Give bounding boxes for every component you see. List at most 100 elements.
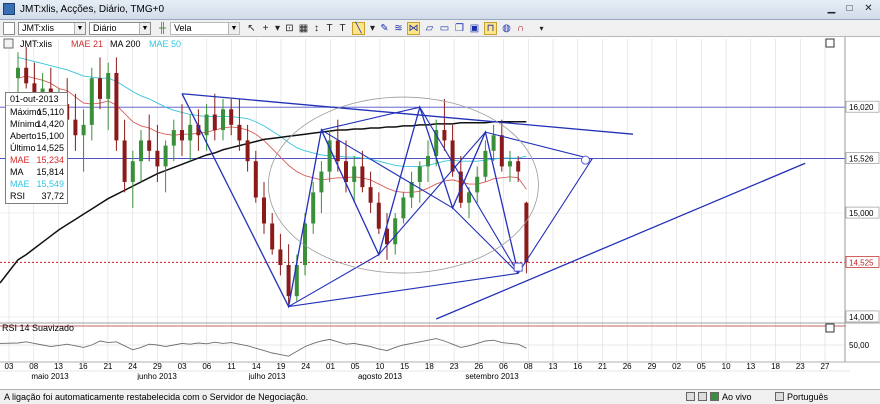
pattern-tool-icon[interactable]: ⋈ [407, 22, 420, 35]
channel-icon[interactable]: ▱ [423, 22, 436, 35]
candle-body [180, 130, 184, 141]
data-window-row: Máximo 15,110 [6, 107, 67, 118]
candle-body [130, 161, 135, 182]
text-bold-icon[interactable]: T [336, 22, 349, 35]
chart-type-select[interactable]: Vela ▼ [170, 22, 240, 35]
symbol-select[interactable]: JMT:xlis ▼ [18, 22, 86, 35]
close-button[interactable]: ✕ [862, 3, 875, 15]
candle-body [221, 109, 225, 131]
rsi-level-label: 50,00 [849, 341, 870, 350]
data-window-value: 15,814 [36, 167, 64, 177]
data-window-value: 15,234 [36, 155, 64, 165]
price-label: 15,000 [849, 209, 874, 218]
indicator-icon[interactable]: ↕ [310, 22, 323, 35]
day-label: 21 [598, 362, 607, 371]
day-label: 03 [178, 362, 187, 371]
chart-toolbar: JMT:xlis ▼ Diário ▼ ╫ Vela ▼ ↖ + ▾ ⊡ ▦ ↕… [0, 20, 880, 37]
candle-body [229, 109, 234, 125]
candle-body [491, 135, 496, 151]
candle-body [270, 223, 275, 250]
day-label: 01 [326, 362, 335, 371]
day-label: 16 [573, 362, 582, 371]
month-label: setembro 2013 [465, 372, 519, 380]
fibonacci-icon[interactable]: ≋ [392, 22, 405, 35]
day-label: 08 [524, 362, 533, 371]
chart-type-value: Vela [174, 23, 192, 33]
rectangle-icon[interactable]: ▭ [438, 22, 451, 35]
legend-mae21[interactable]: MAE 21 [71, 39, 103, 49]
trendline-tool-icon[interactable]: ╲ [352, 22, 365, 35]
day-label: 13 [549, 362, 558, 371]
save-icon[interactable] [3, 22, 15, 35]
horseshoe-icon[interactable]: ∩ [514, 22, 527, 35]
day-label: 16 [79, 362, 88, 371]
data-window-row: Mínimo 14,420 [6, 119, 67, 130]
price-chart[interactable]: 50,00 03 08 13 16 21 24 29 03 06 11 14 19 24 01 05 10 15… [0, 37, 880, 380]
day-label: 29 [647, 362, 656, 371]
candle-body [147, 140, 152, 151]
zoom-fit-icon[interactable]: ⊡ [283, 22, 296, 35]
day-label: 08 [29, 362, 38, 371]
data-window-row: Último 14,525 [6, 143, 67, 154]
data-window-key: Aberto [10, 131, 37, 141]
candle-body [114, 72, 119, 141]
legend-ma200[interactable]: MA 200 [110, 39, 141, 49]
candle-body [417, 166, 422, 182]
chart-app-icon [3, 3, 15, 15]
pointer-icon[interactable]: ↖ [245, 22, 258, 35]
legend-mae50[interactable]: MAE 50 [149, 39, 181, 49]
day-label: 03 [5, 362, 14, 371]
grid-icon[interactable]: ▦ [297, 22, 310, 35]
day-label: 18 [771, 362, 780, 371]
rsi-close-icon[interactable] [825, 323, 835, 333]
window-title: JMT:xlis, Acções, Diário, TMG+0 [20, 4, 165, 15]
data-window-value: 14,420 [36, 119, 64, 129]
pencil-icon[interactable]: ✎ [378, 22, 391, 35]
data-window: 01-out-2013 Máximo 15,110 Mínimo 14,420 Aber… [5, 92, 68, 204]
pane-maximize-icon[interactable] [825, 38, 835, 48]
candle-body [122, 140, 127, 182]
data-window-date: 01-out-2013 [6, 93, 67, 106]
month-label: junho 2013 [136, 372, 177, 380]
chart-background [0, 37, 880, 380]
rsi-legend-label[interactable]: RSI 14 Suavizado [2, 323, 74, 333]
candle-type-icon[interactable]: ╫ [156, 22, 169, 35]
candle-body [368, 187, 373, 203]
lock-icon [698, 392, 707, 401]
data-window-value: 37,72 [41, 191, 64, 201]
drawing-handle [580, 155, 590, 165]
data-window-value: 15,100 [36, 131, 64, 141]
candle-body [106, 72, 111, 99]
copy-icon[interactable]: ❐ [453, 22, 466, 35]
price-label: 14,000 [849, 313, 874, 322]
candle-body [286, 265, 291, 297]
data-window-key: Último [10, 143, 36, 153]
chevron-down-icon: ▼ [139, 23, 150, 34]
day-label: 15 [400, 362, 409, 371]
candle-body [24, 67, 29, 84]
trading-window: JMT:xlis, Acções, Diário, TMG+0 ▁ □ ✕ JM… [0, 0, 880, 404]
magnet-icon[interactable]: ⊓ [484, 22, 497, 35]
candle-body [524, 202, 529, 263]
data-window-value: 15,549 [36, 179, 64, 189]
period-select[interactable]: Diário ▼ [89, 22, 151, 35]
day-label: 23 [450, 362, 459, 371]
minimize-button[interactable]: ▁ [825, 3, 838, 15]
status-language[interactable]: Português [787, 392, 828, 402]
live-indicator-icon [710, 392, 719, 401]
palette-icon[interactable]: ◍ [500, 22, 513, 35]
candle-body [319, 171, 324, 193]
text-icon[interactable]: T [323, 22, 336, 35]
layers-icon[interactable]: ▣ [468, 22, 481, 35]
symbol-value: JMT:xlis [22, 23, 54, 33]
more-tools-icon[interactable]: ▾ [535, 22, 548, 35]
maximize-button[interactable]: □ [843, 3, 856, 15]
day-label: 26 [474, 362, 483, 371]
collapse-icon[interactable] [3, 38, 14, 49]
day-label: 11 [227, 362, 236, 371]
data-window-row: Aberto 15,100 [6, 131, 67, 142]
data-window-key: MA [10, 167, 24, 177]
period-value: Diário [93, 23, 117, 33]
legend-symbol[interactable]: JMT:xlis [20, 39, 52, 49]
candle-body [401, 197, 406, 219]
